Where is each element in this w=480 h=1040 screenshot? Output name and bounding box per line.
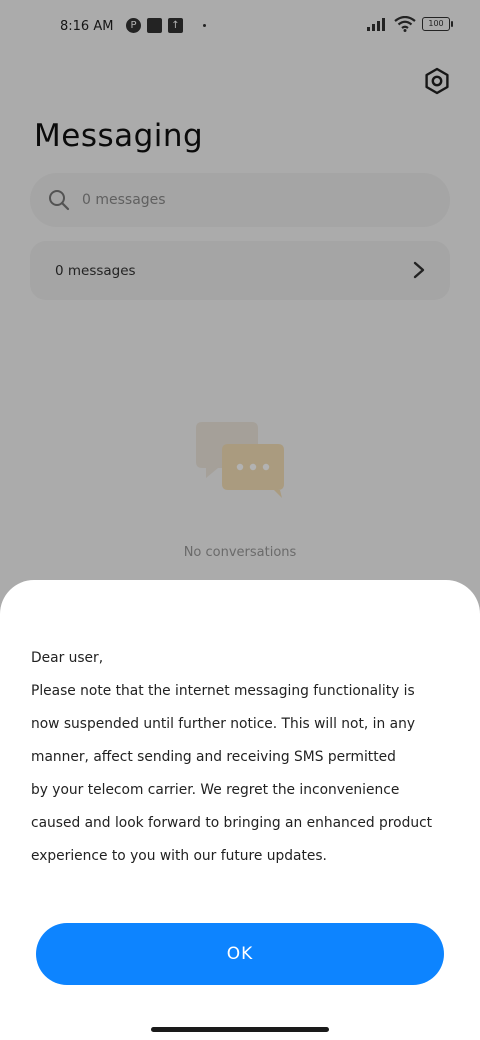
notice-line: caused and look forward to bringing an e… <box>31 815 433 831</box>
notice-line: now suspended until further notice. This… <box>31 716 415 732</box>
notice-line: experience to you with our future update… <box>31 848 327 864</box>
ok-button[interactable]: OK <box>36 923 444 985</box>
notice-greeting: Dear user, <box>31 650 104 666</box>
notice-line: manner, affect sending and receiving SMS… <box>31 749 396 765</box>
notice-message: Dear user, Please note that the internet… <box>31 642 461 873</box>
home-indicator[interactable] <box>151 1027 329 1032</box>
notice-dialog: Dear user, Please note that the internet… <box>0 580 480 1040</box>
notice-line: Please note that the internet messaging … <box>31 683 415 699</box>
notice-line: by your telecom carrier. We regret the i… <box>31 782 400 798</box>
